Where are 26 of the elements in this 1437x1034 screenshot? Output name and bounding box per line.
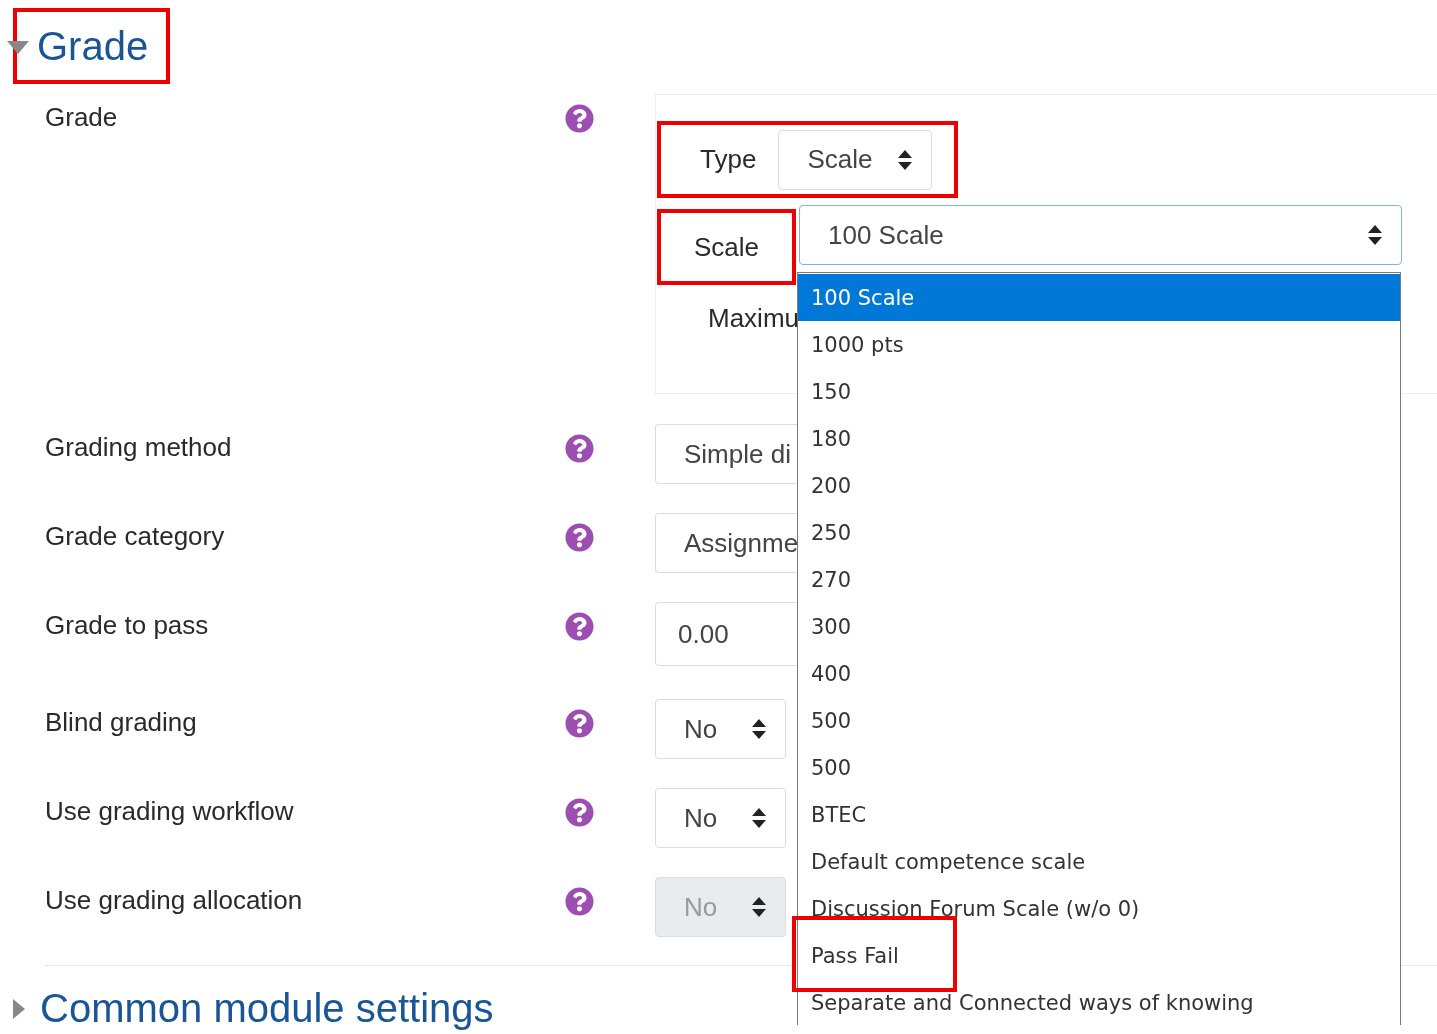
sort-icon (751, 718, 767, 740)
field-label: Use grading workflow (45, 795, 295, 828)
type-select[interactable]: Scale (778, 129, 933, 190)
sort-icon (751, 896, 767, 918)
field-label: Type (700, 144, 757, 175)
sort-icon (897, 148, 914, 171)
field-label: Maximu (708, 303, 800, 334)
section-title[interactable]: Grade (37, 23, 149, 69)
field-label: Grading method (45, 431, 233, 464)
field-label: Blind grading (45, 706, 198, 739)
sort-icon (751, 807, 767, 829)
field-label: Use grading allocation (45, 884, 304, 917)
input-field[interactable]: 0.00 (655, 602, 797, 666)
caret-icon[interactable] (12, 997, 26, 1020)
select-field[interactable]: Simple di (655, 424, 797, 484)
select-field[interactable]: No (655, 699, 786, 759)
select-field[interactable]: No (655, 788, 786, 848)
dropdown-option[interactable]: 100 Scale (798, 274, 1400, 321)
field-label: Scale (693, 231, 759, 263)
field-label: Grade to pass (45, 609, 210, 642)
field-label: Grade (45, 101, 119, 134)
field-label: Grade category (45, 520, 226, 553)
select-field[interactable]: Assignme (655, 513, 797, 573)
section-title[interactable]: Common module settings (40, 986, 494, 1031)
scale-select[interactable]: 100 Scale (799, 205, 1402, 265)
sort-icon (1367, 224, 1383, 246)
